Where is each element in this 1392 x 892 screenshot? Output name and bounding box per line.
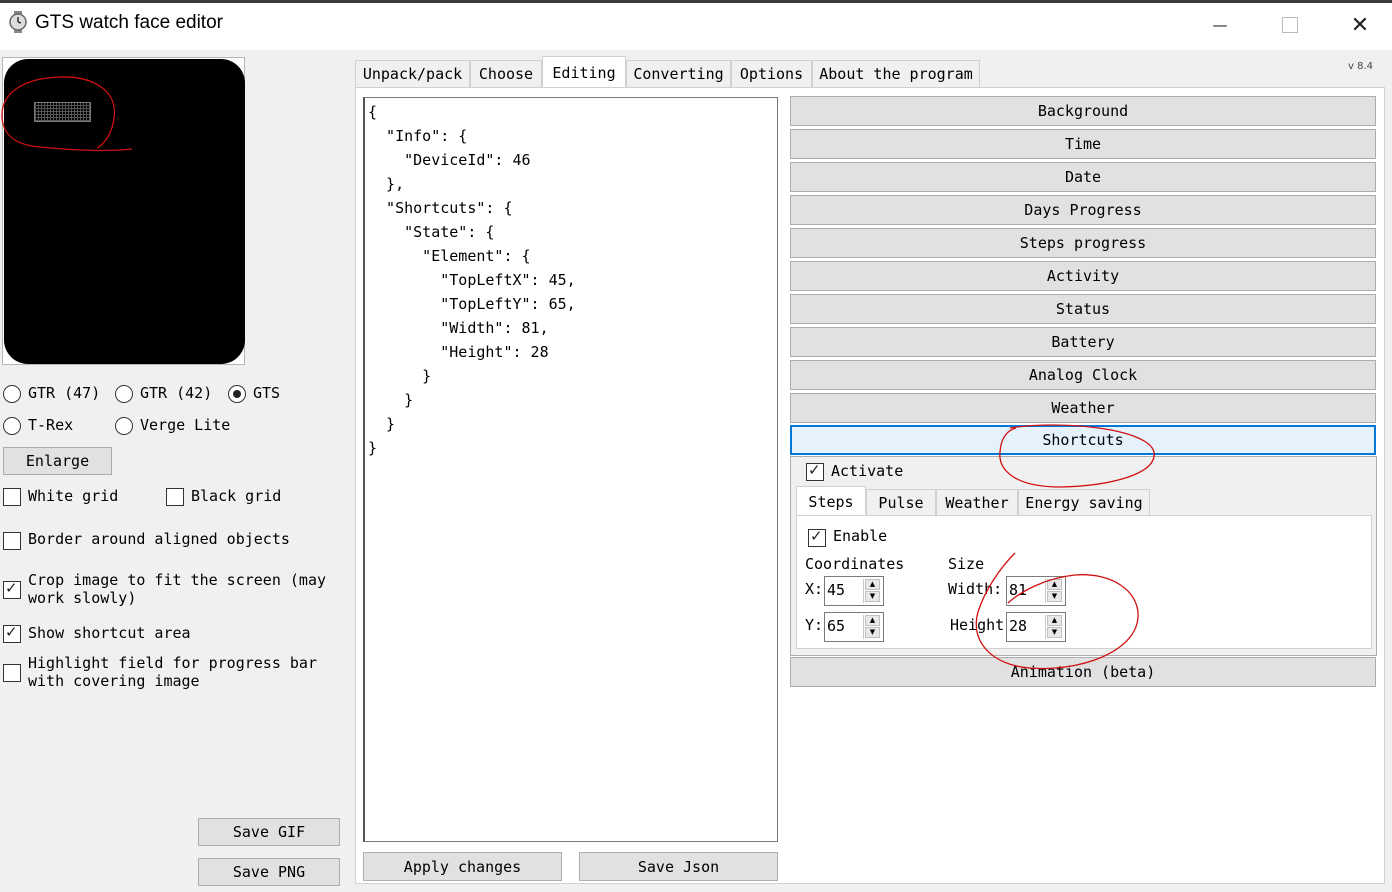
version-label: v 8.4 xyxy=(1348,61,1373,72)
show-shortcut-area-checkbox[interactable] xyxy=(3,623,21,643)
section-shortcuts[interactable]: Shortcuts xyxy=(790,425,1376,455)
model-radio-verge-lite[interactable] xyxy=(115,417,133,435)
section-animation[interactable]: Animation (beta) xyxy=(790,657,1376,687)
spin-down-icon[interactable]: ▼ xyxy=(865,627,880,638)
crop-image-checkbox[interactable] xyxy=(3,579,21,599)
tab-unpack-pack[interactable]: Unpack/pack xyxy=(355,60,470,87)
watch-icon xyxy=(8,11,28,33)
subtab-energy-saving[interactable]: Energy saving xyxy=(1018,489,1150,515)
section-status[interactable]: Status xyxy=(790,294,1376,324)
section-date[interactable]: Date xyxy=(790,162,1376,192)
crop-image-label: Crop image to fit the screen (may work sl… xyxy=(28,571,327,607)
height-value: 28 xyxy=(1009,617,1028,635)
x-spinbox[interactable]: 45 ▲ ▼ xyxy=(824,576,884,606)
tab-choose[interactable]: Choose xyxy=(470,60,542,87)
apply-changes-button[interactable]: Apply changes xyxy=(363,852,562,881)
show-shortcut-area-label: Show shortcut area xyxy=(28,624,191,642)
highlight-progress-checkbox[interactable] xyxy=(3,664,21,682)
enable-checkbox[interactable] xyxy=(808,527,826,547)
model-radio-gts[interactable] xyxy=(228,385,246,403)
window-title: GTS watch face editor xyxy=(35,12,223,33)
x-spinner[interactable]: ▲ ▼ xyxy=(863,579,881,603)
activate-checkbox[interactable] xyxy=(806,461,824,481)
save-gif-button[interactable]: Save GIF xyxy=(198,818,340,846)
section-time[interactable]: Time xyxy=(790,129,1376,159)
black-grid-label: Black grid xyxy=(191,487,282,505)
tab-options[interactable]: Options xyxy=(731,60,812,87)
section-weather[interactable]: Weather xyxy=(790,393,1376,423)
model-label-verge-lite: Verge Lite xyxy=(140,416,231,434)
y-label: Y: xyxy=(805,616,824,634)
black-grid-checkbox[interactable] xyxy=(166,488,184,506)
subtab-pulse[interactable]: Pulse xyxy=(866,489,936,515)
spin-up-icon[interactable]: ▲ xyxy=(865,615,880,626)
width-spinbox[interactable]: 81 ▲ ▼ xyxy=(1006,576,1066,606)
coordinates-label: Coordinates xyxy=(805,555,905,573)
width-value: 81 xyxy=(1009,581,1028,599)
shortcut-area xyxy=(34,102,91,122)
minimize-button[interactable]: — xyxy=(1190,4,1250,46)
white-grid-label: White grid xyxy=(28,487,119,505)
tab-editing[interactable]: Editing xyxy=(542,56,626,88)
json-text: { "Info": { "DeviceId": 46 }, "Shortcuts… xyxy=(368,103,576,457)
spin-up-icon[interactable]: ▲ xyxy=(1047,615,1062,626)
section-battery[interactable]: Battery xyxy=(790,327,1376,357)
model-label-trex: T-Rex xyxy=(28,416,74,434)
y-spinner[interactable]: ▲ ▼ xyxy=(863,615,881,639)
tab-about[interactable]: About the program xyxy=(812,60,980,87)
y-spinbox[interactable]: 65 ▲ ▼ xyxy=(824,612,884,642)
x-value: 45 xyxy=(827,581,846,599)
section-analog-clock[interactable]: Analog Clock xyxy=(790,360,1376,390)
model-label-gts: GTS xyxy=(253,384,281,402)
height-spinbox[interactable]: 28 ▲ ▼ xyxy=(1006,612,1066,642)
close-button[interactable]: ✕ xyxy=(1330,4,1390,46)
enlarge-button[interactable]: Enlarge xyxy=(3,447,112,475)
tab-converting[interactable]: Converting xyxy=(626,60,731,87)
highlight-progress-label: Highlight field for progress bar with cov… xyxy=(28,654,317,690)
subtab-weather[interactable]: Weather xyxy=(936,489,1018,515)
spin-down-icon[interactable]: ▼ xyxy=(1047,627,1062,638)
section-background[interactable]: Background xyxy=(790,96,1376,126)
minimize-icon: — xyxy=(1212,16,1228,34)
model-radio-trex[interactable] xyxy=(3,417,21,435)
save-json-button[interactable]: Save Json xyxy=(579,852,778,881)
x-label: X: xyxy=(805,580,824,598)
spin-up-icon[interactable]: ▲ xyxy=(865,579,880,590)
model-radio-gtr42[interactable] xyxy=(115,385,133,403)
section-steps-progress[interactable]: Steps progress xyxy=(790,228,1376,258)
height-spinner[interactable]: ▲ ▼ xyxy=(1045,615,1063,639)
maximize-icon xyxy=(1282,17,1298,33)
width-label: Width: xyxy=(948,580,1003,598)
spin-down-icon[interactable]: ▼ xyxy=(865,591,880,602)
border-aligned-checkbox[interactable] xyxy=(3,532,21,550)
border-aligned-label: Border around aligned objects xyxy=(28,530,290,548)
spin-up-icon[interactable]: ▲ xyxy=(1047,579,1062,590)
white-grid-checkbox[interactable] xyxy=(3,488,21,506)
y-value: 65 xyxy=(827,617,846,635)
width-spinner[interactable]: ▲ ▼ xyxy=(1045,579,1063,603)
model-label-gtr42: GTR (42) xyxy=(140,384,213,402)
size-label: Size xyxy=(948,555,985,573)
close-icon: ✕ xyxy=(1350,12,1370,38)
subtab-steps[interactable]: Steps xyxy=(796,486,866,516)
model-label-gtr47: GTR (47) xyxy=(28,384,101,402)
save-png-button[interactable]: Save PNG xyxy=(198,858,340,886)
enable-label: Enable xyxy=(833,527,888,545)
spin-down-icon[interactable]: ▼ xyxy=(1047,591,1062,602)
maximize-button[interactable] xyxy=(1260,4,1320,46)
section-activity[interactable]: Activity xyxy=(790,261,1376,291)
model-radio-gtr47[interactable] xyxy=(3,385,21,403)
activate-label: Activate xyxy=(831,462,904,480)
section-days-progress[interactable]: Days Progress xyxy=(790,195,1376,225)
height-label: Height xyxy=(950,616,1005,634)
